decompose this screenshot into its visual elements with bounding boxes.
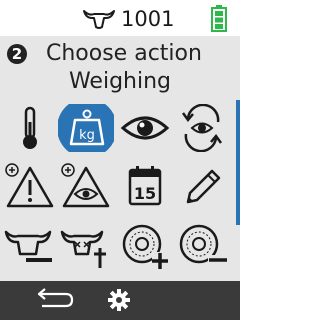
add-warning-action-button[interactable] <box>2 162 58 210</box>
eye-cycle-icon <box>181 104 223 152</box>
calendar-icon: 15 <box>128 166 162 206</box>
back-button[interactable] <box>32 286 76 314</box>
add-observation-action-button[interactable] <box>58 162 114 210</box>
animal-id: 1001 <box>121 7 175 31</box>
animal-death-icon <box>60 230 106 268</box>
tag-remove-icon <box>179 224 228 265</box>
remove-animal-icon <box>4 230 52 262</box>
observe-action-button[interactable] <box>117 104 173 152</box>
settings-button[interactable] <box>104 285 134 315</box>
calendar-day-label: 15 <box>134 184 156 203</box>
animal-death-action-button[interactable] <box>58 222 114 270</box>
tag-add-icon <box>122 224 168 269</box>
calendar-action-button[interactable]: 15 <box>117 162 173 210</box>
observation-add-icon <box>61 163 110 208</box>
thermometer-icon <box>23 106 37 149</box>
remove-animal-action-button[interactable] <box>2 222 58 270</box>
weighing-action-button[interactable]: kg <box>58 104 114 152</box>
back-arrow-icon <box>37 288 74 308</box>
page-subtitle: Weighing <box>68 69 172 94</box>
pencil-icon <box>186 169 221 204</box>
remove-tag-action-button[interactable] <box>174 222 230 270</box>
cow-head-icon <box>83 10 115 29</box>
recurring-observe-action-button[interactable] <box>174 104 230 152</box>
step-badge: 2 <box>7 44 27 64</box>
add-tag-action-button[interactable] <box>117 222 173 270</box>
gear-icon <box>108 289 130 311</box>
thermometer-action-button[interactable] <box>2 104 58 152</box>
edit-action-button[interactable] <box>174 162 230 210</box>
page-title: Choose action <box>46 41 202 66</box>
eye-icon <box>120 116 170 140</box>
warning-add-icon <box>5 163 54 208</box>
weighing-kg-icon: kg <box>58 104 114 152</box>
weighing-kg-label: kg <box>79 128 95 143</box>
bottom-toolbar <box>0 281 240 320</box>
scrollbar-thumb[interactable] <box>236 100 240 225</box>
status-bar: 1001 <box>0 0 240 36</box>
battery-full-icon <box>211 5 227 32</box>
